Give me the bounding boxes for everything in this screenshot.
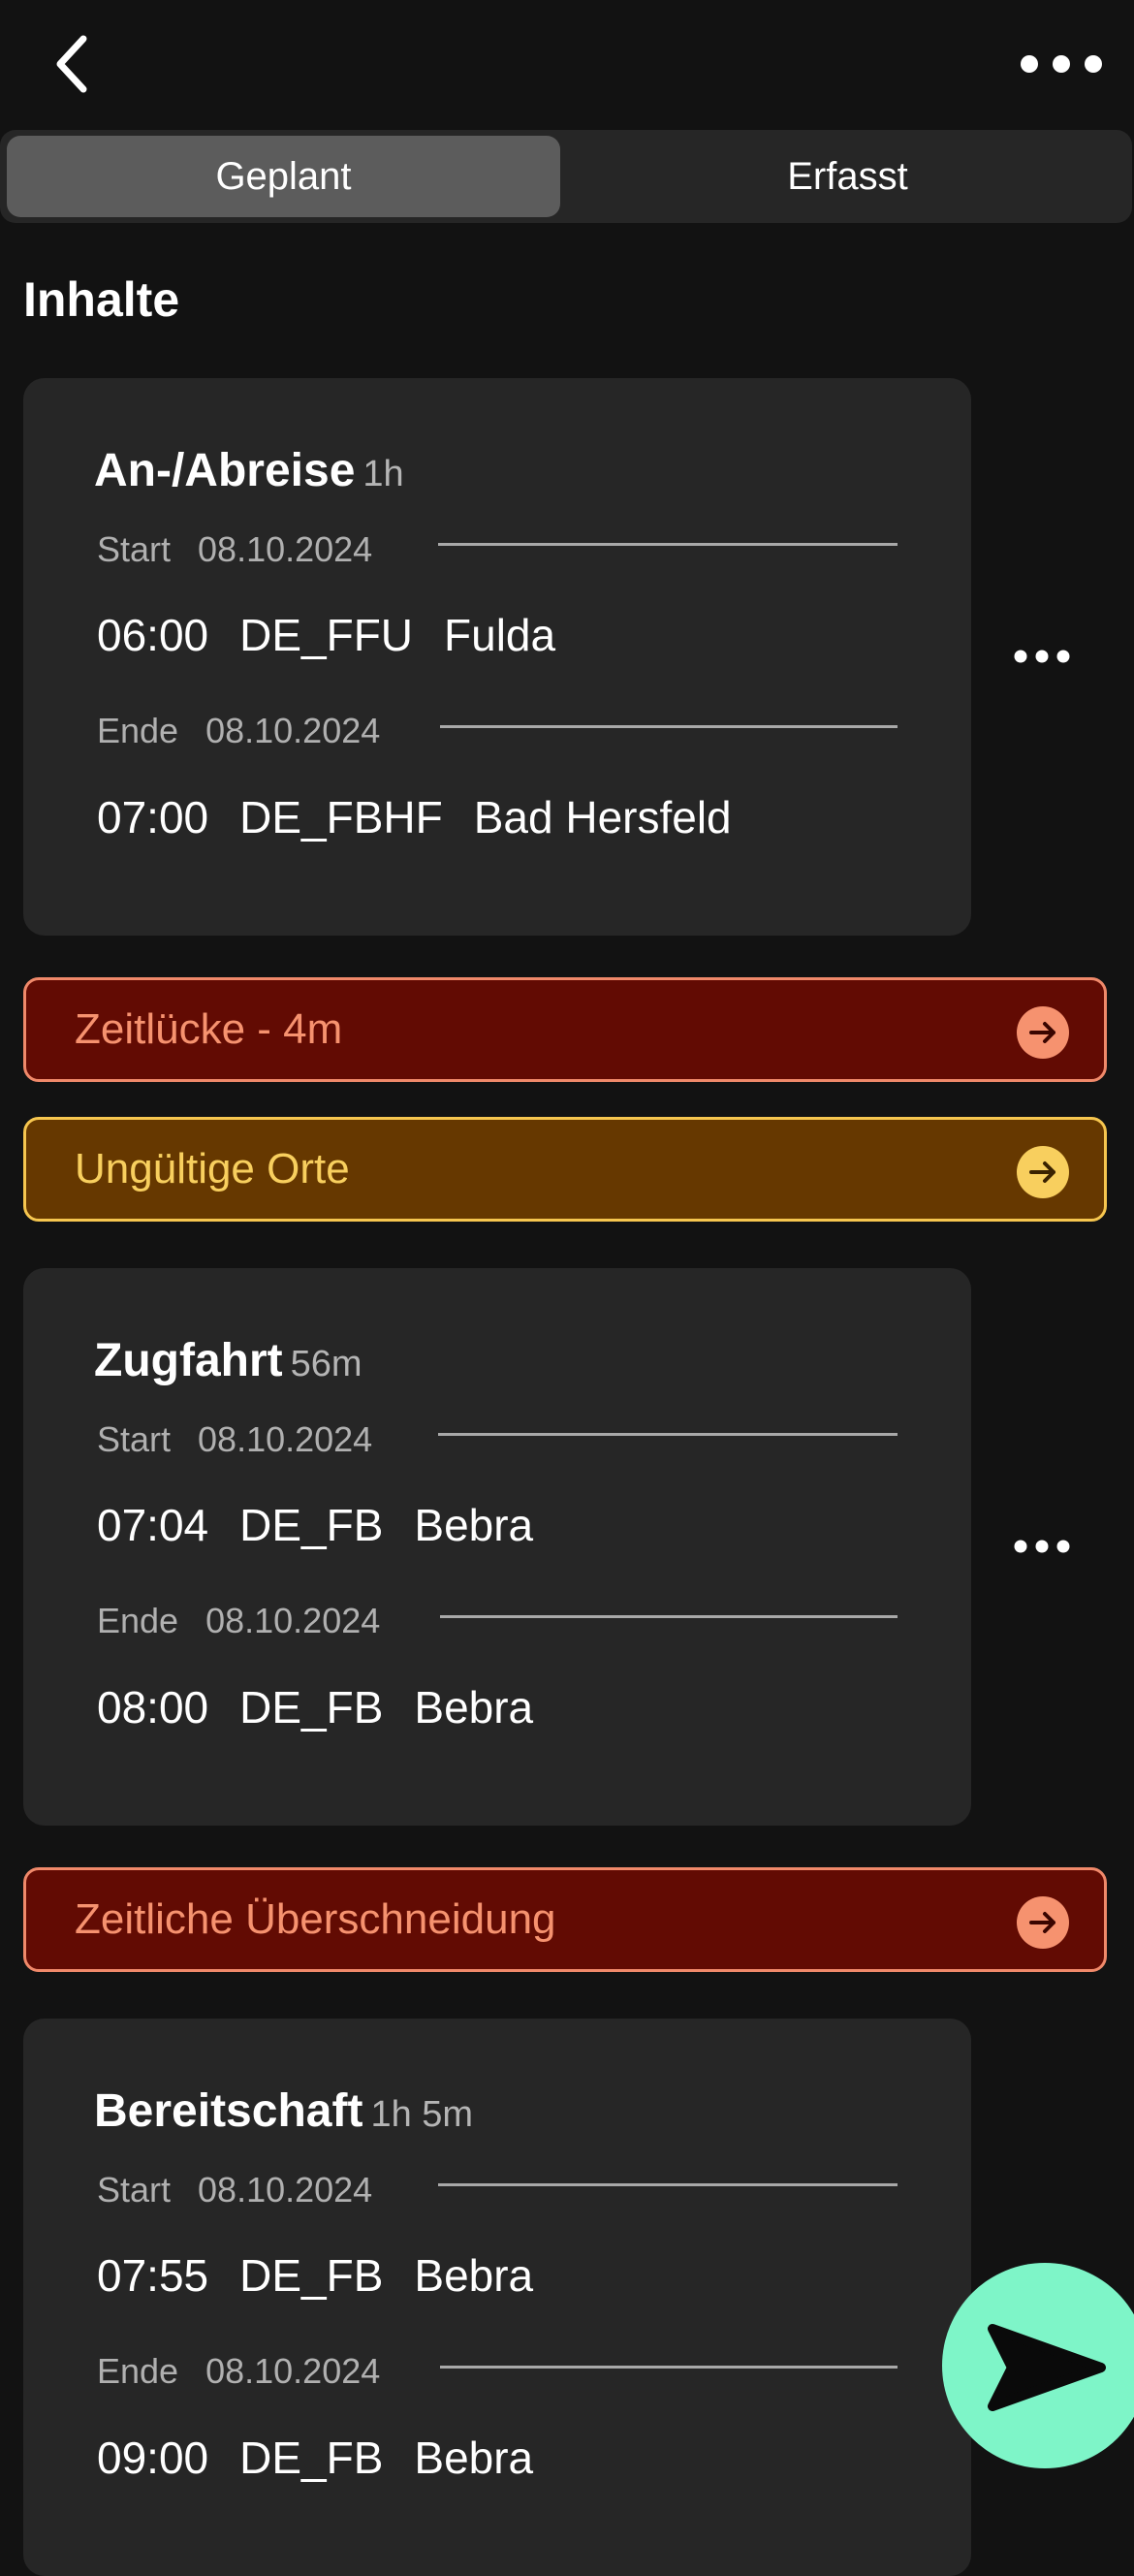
- segmented-control: Geplant Erfasst: [0, 130, 1132, 223]
- tab-geplant[interactable]: Geplant: [7, 136, 560, 217]
- end-value-row: 08:00 DE_FB Bebra: [97, 1682, 534, 1733]
- alert-time-gap[interactable]: Zeitlücke - 4m: [23, 977, 1107, 1082]
- entry-card[interactable]: Bereitschaft 1h 5m Start 08.10.2024 07:55 D…: [23, 2019, 971, 2576]
- start-value-row: 06:00 DE_FFU Fulda: [97, 610, 556, 660]
- entry-duration: 1h 5m: [370, 2094, 474, 2135]
- entry-title: An-/Abreise 1h: [94, 445, 404, 496]
- start-label-row: Start 08.10.2024: [97, 529, 373, 569]
- start-value-row: 07:55 DE_FB Bebra: [97, 2250, 534, 2301]
- entry-card[interactable]: An-/Abreise 1h Start 08.10.2024 06:00 DE_FF…: [23, 378, 971, 936]
- arrow-right-circle-icon: [1017, 1006, 1069, 1059]
- send-button[interactable]: [942, 2263, 1134, 2468]
- entry-title: Zugfahrt 56m: [94, 1335, 362, 1386]
- end-value-row: 07:00 DE_FBHF Bad Hersfeld: [97, 792, 732, 843]
- end-label-row: Ende 08.10.2024: [97, 2351, 381, 2391]
- entry-card[interactable]: Zugfahrt 56m Start 08.10.2024 07:04 DE_FB Be…: [23, 1268, 971, 1826]
- end-label-row: Ende 08.10.2024: [97, 711, 381, 750]
- alert-invalid-places[interactable]: Ungültige Orte: [23, 1117, 1107, 1222]
- end-value-row: 09:00 DE_FB Bebra: [97, 2433, 534, 2483]
- arrow-right-circle-icon: [1017, 1146, 1069, 1198]
- divider: [440, 2366, 898, 2369]
- more-horizontal-icon: [1021, 55, 1102, 73]
- more-horizontal-icon: [1014, 1540, 1070, 1553]
- chevron-left-icon: [56, 35, 87, 93]
- divider: [440, 1615, 898, 1618]
- alert-time-overlap[interactable]: Zeitliche Überschneidung: [23, 1867, 1107, 1972]
- entry-title: Bereitschaft 1h 5m: [94, 2085, 474, 2137]
- more-horizontal-icon: [1014, 650, 1070, 663]
- start-label-row: Start 08.10.2024: [97, 1419, 373, 1459]
- entry-duration: 56m: [290, 1344, 362, 1384]
- entry-more-button[interactable]: [998, 1517, 1086, 1575]
- alert-text: Zeitlücke - 4m: [75, 1005, 343, 1053]
- divider: [438, 1433, 898, 1436]
- divider: [438, 2183, 898, 2186]
- tab-erfasst[interactable]: Erfasst: [570, 136, 1125, 217]
- send-icon: [988, 2324, 1106, 2411]
- start-value-row: 07:04 DE_FB Bebra: [97, 1500, 534, 1550]
- end-label-row: Ende 08.10.2024: [97, 1601, 381, 1640]
- entry-more-button[interactable]: [998, 627, 1086, 685]
- start-label-row: Start 08.10.2024: [97, 2170, 373, 2210]
- more-options-button[interactable]: [1008, 29, 1115, 97]
- divider: [440, 725, 898, 728]
- entry-duration: 1h: [362, 454, 404, 494]
- alert-text: Zeitliche Überschneidung: [75, 1895, 556, 1943]
- arrow-right-circle-icon: [1017, 1896, 1069, 1949]
- back-button[interactable]: [39, 29, 107, 97]
- divider: [438, 543, 898, 546]
- alert-text: Ungültige Orte: [75, 1145, 350, 1193]
- section-title: Inhalte: [23, 272, 180, 327]
